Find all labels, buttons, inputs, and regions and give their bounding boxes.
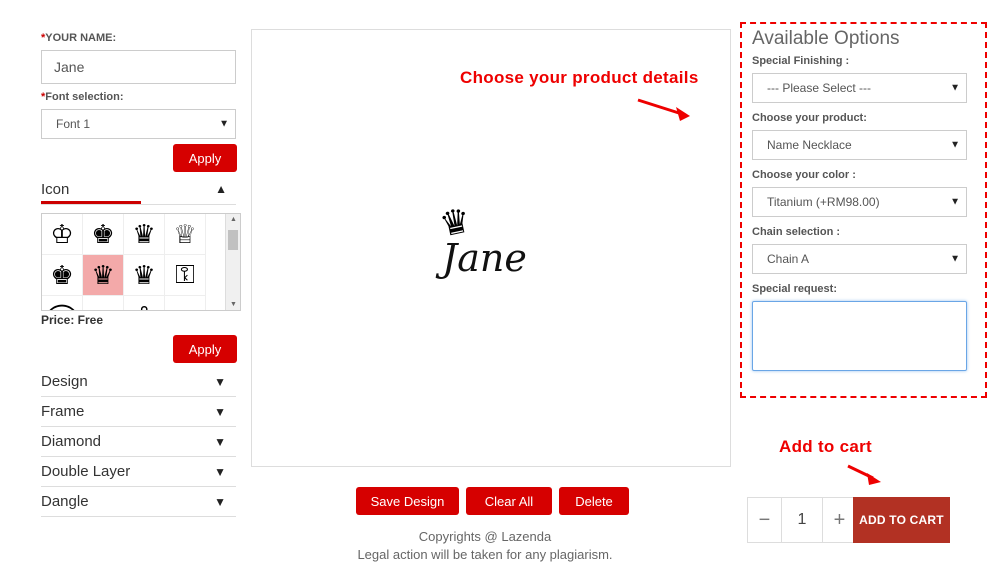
- chevron-down-icon: ▼: [214, 494, 226, 509]
- add-to-cart-button[interactable]: ADD TO CART: [853, 497, 950, 543]
- accordion-dangle[interactable]: Dangle ▼: [41, 487, 236, 517]
- footer-notice: Copyrights @ Lazenda Legal action will b…: [251, 528, 719, 564]
- icon-section-header[interactable]: Icon ▲: [41, 174, 237, 204]
- copyright-text: Copyrights @ Lazenda: [418, 529, 552, 544]
- scroll-down-icon[interactable]: ▼: [226, 301, 240, 308]
- caret-down-icon: ▼: [950, 82, 960, 94]
- chevron-down-icon: ▼: [214, 404, 226, 419]
- crown-icon-selected[interactable]: ♛: [83, 255, 124, 296]
- icon-option[interactable]: ☙: [165, 296, 206, 310]
- callout-product-details: Choose your product details: [460, 68, 699, 87]
- icon-price: Price: Free: [41, 313, 104, 327]
- request-label: Special request:: [752, 283, 837, 295]
- chain-select[interactable]: Chain A ▼: [752, 244, 967, 274]
- color-label: Choose your color :: [752, 169, 856, 181]
- accordion-diamond[interactable]: Diamond ▼: [41, 427, 236, 457]
- caret-down-icon: ▼: [950, 139, 960, 151]
- delete-button[interactable]: Delete: [559, 487, 629, 515]
- preview-name-text: Jane: [442, 236, 527, 280]
- cart-arrow-icon: [847, 464, 881, 485]
- icon-option[interactable]: ⚓: [124, 296, 165, 310]
- available-options-panel: Available Options Special Finishing : --…: [740, 22, 987, 398]
- customizer-sidebar: *YOUR NAME: *Font selection: Font 1 ▼ Ap…: [41, 28, 241, 517]
- scroll-thumb[interactable]: [228, 230, 238, 250]
- icon-grid: ♔ ♚ ♛ ♕ ♚ ♛ ♛ ⚿ ⌒ ❧ ⚓ ☙: [42, 214, 240, 310]
- chevron-up-icon: ▲: [215, 182, 227, 196]
- name-label: *YOUR NAME:: [41, 32, 117, 44]
- save-design-button[interactable]: Save Design: [356, 487, 459, 515]
- accordion-double-layer[interactable]: Double Layer ▼: [41, 457, 236, 487]
- chevron-down-icon: ▼: [214, 464, 226, 479]
- chevron-down-icon: ▼: [214, 434, 226, 449]
- finishing-label: Special Finishing :: [752, 55, 850, 67]
- caret-down-icon: ▼: [950, 196, 960, 208]
- product-select[interactable]: Name Necklace ▼: [752, 130, 967, 160]
- legal-text: Legal action will be taken for any plagi…: [357, 547, 613, 562]
- crown-icon[interactable]: ♕: [165, 214, 206, 255]
- icon-option[interactable]: ❧: [83, 296, 124, 310]
- quantity-value[interactable]: 1: [781, 498, 823, 542]
- crown-icon[interactable]: ♚: [42, 255, 83, 296]
- chain-label: Chain selection :: [752, 226, 841, 238]
- options-title: Available Options: [752, 28, 900, 49]
- minus-icon[interactable]: −: [748, 498, 781, 542]
- apply-icon-button[interactable]: Apply: [173, 335, 237, 363]
- finishing-select[interactable]: --- Please Select --- ▼: [752, 73, 967, 103]
- crown-icon[interactable]: ♔: [42, 214, 83, 255]
- quantity-stepper: − 1 +: [747, 497, 857, 543]
- accordion-frame[interactable]: Frame ▼: [41, 397, 236, 427]
- caret-down-icon: ▼: [219, 118, 229, 130]
- plus-icon[interactable]: +: [823, 498, 856, 542]
- icon-option[interactable]: ⌒: [42, 296, 83, 310]
- crown-icon[interactable]: ♛: [124, 214, 165, 255]
- font-select[interactable]: Font 1 ▼: [41, 109, 236, 139]
- apply-font-button[interactable]: Apply: [173, 144, 237, 172]
- scroll-up-icon[interactable]: ▲: [226, 216, 240, 223]
- icon-section-divider: [41, 204, 236, 205]
- crown-icon[interactable]: ♛: [124, 255, 165, 296]
- chevron-down-icon: ▼: [214, 374, 226, 389]
- product-label: Choose your product:: [752, 112, 867, 124]
- design-canvas[interactable]: Choose your product details ♛ Jane: [251, 29, 731, 467]
- special-request-textarea[interactable]: [752, 301, 967, 371]
- icon-scrollbar[interactable]: ▲ ▼: [225, 214, 240, 310]
- callout-arrow-icon: [637, 98, 690, 121]
- callout-add-to-cart: Add to cart: [779, 437, 873, 456]
- design-actions: Save Design Clear All Delete: [356, 487, 629, 515]
- icon-picker[interactable]: ♔ ♚ ♛ ♕ ♚ ♛ ♛ ⚿ ⌒ ❧ ⚓ ☙ ▲ ▼: [41, 213, 241, 311]
- clear-all-button[interactable]: Clear All: [466, 487, 552, 515]
- accordion-design[interactable]: Design ▼: [41, 367, 236, 397]
- caret-down-icon: ▼: [950, 253, 960, 265]
- color-select[interactable]: Titanium (+RM98.00) ▼: [752, 187, 967, 217]
- crown-icon[interactable]: ♚: [83, 214, 124, 255]
- font-label: *Font selection:: [41, 91, 124, 103]
- name-input[interactable]: [41, 50, 236, 84]
- key-icon[interactable]: ⚿: [165, 255, 206, 296]
